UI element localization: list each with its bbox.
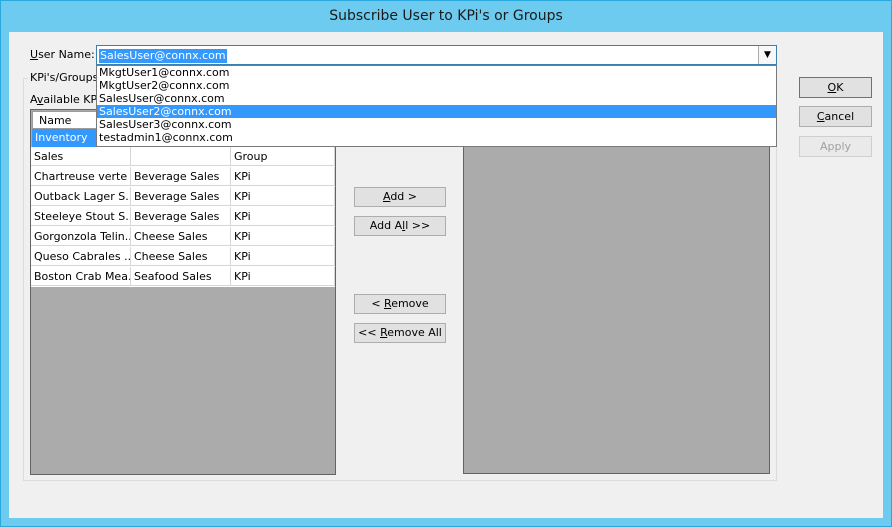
table-row[interactable]: Chartreuse verte ... Beverage Sales KPi xyxy=(31,167,335,187)
user-name-label-rest: ser Name: xyxy=(38,48,95,61)
add-button[interactable]: Add > xyxy=(354,187,446,207)
user-name-label-accel: U xyxy=(30,48,39,61)
kpi-name-cell: Chartreuse verte ... xyxy=(31,167,131,186)
user-name-dropdown-list[interactable]: MkgtUser1@connx.com MkgtUser2@connx.com Sa… xyxy=(96,65,777,147)
ok-rest: K xyxy=(836,80,844,94)
selected-kpis-grid[interactable] xyxy=(463,140,770,474)
add-all-rest: l >> xyxy=(405,219,431,232)
table-row[interactable]: Boston Crab Mea... Seafood Sales KPi xyxy=(31,267,335,287)
ok-accel: O xyxy=(827,80,837,94)
dropdown-option[interactable]: SalesUser2@connx.com xyxy=(97,105,776,118)
cancel-button[interactable]: Cancel xyxy=(799,106,872,127)
type-cell: KPi xyxy=(231,267,335,286)
dialog-window: Subscribe User to KPi's or Groups User N… xyxy=(0,0,892,527)
category-cell: Beverage Sales xyxy=(131,187,231,206)
table-row[interactable]: Queso Cabrales ... Cheese Sales KPi xyxy=(31,247,335,267)
chevron-down-icon[interactable]: ▼ xyxy=(758,46,776,64)
ok-button[interactable]: OK xyxy=(799,77,872,98)
dropdown-option[interactable]: testadmin1@connx.com xyxy=(97,131,776,144)
type-cell: KPi xyxy=(231,187,335,206)
remove-all-button[interactable]: << Remove All xyxy=(354,323,446,343)
dropdown-option[interactable]: MkgtUser2@connx.com xyxy=(97,79,776,92)
table-row[interactable]: Outback Lager S... Beverage Sales KPi xyxy=(31,187,335,207)
user-name-label: User Name: xyxy=(30,48,95,61)
dropdown-option[interactable]: SalesUser@connx.com xyxy=(97,92,776,105)
add-button-rest: dd > xyxy=(390,190,418,203)
type-cell: KPi xyxy=(231,247,335,266)
type-cell: KPi xyxy=(231,227,335,246)
remove-rest: emove xyxy=(391,297,429,310)
user-name-value[interactable]: SalesUser@connx.com xyxy=(99,49,227,63)
cancel-rest: ancel xyxy=(824,109,855,123)
kpi-name-cell: Steeleye Stout S... xyxy=(31,207,131,226)
dialog-client-area: User Name: SalesUser@connx.com ▼ KPi's/G… xyxy=(9,32,883,518)
remove-all-rest: emove All xyxy=(387,326,442,339)
group-header-category xyxy=(131,147,231,166)
group-header-name: Sales xyxy=(31,147,131,166)
dropdown-option[interactable]: MkgtUser1@connx.com xyxy=(97,66,776,79)
kpi-name-cell: Queso Cabrales ... xyxy=(31,247,131,266)
add-all-pre: Add A xyxy=(369,219,403,232)
available-label-pre: A xyxy=(30,93,37,106)
category-cell: Beverage Sales xyxy=(131,207,231,226)
category-cell: Beverage Sales xyxy=(131,167,231,186)
cancel-accel: C xyxy=(816,109,825,123)
kpi-groups-label: KPi's/Groups xyxy=(28,71,101,84)
group-header-row[interactable]: Sales Group xyxy=(31,147,335,167)
remove-pre: < xyxy=(371,297,385,310)
remove-all-pre: << xyxy=(358,326,381,339)
category-cell: Cheese Sales xyxy=(131,247,231,266)
table-row[interactable]: Gorgonzola Telin... Cheese Sales KPi xyxy=(31,227,335,247)
window-title: Subscribe User to KPi's or Groups xyxy=(329,8,563,24)
category-cell: Cheese Sales xyxy=(131,227,231,246)
kpi-name-cell: Gorgonzola Telin... xyxy=(31,227,131,246)
group-header-type: Group xyxy=(231,147,335,166)
user-name-combobox[interactable]: SalesUser@connx.com ▼ xyxy=(96,45,777,65)
remove-button[interactable]: < Remove xyxy=(354,294,446,314)
dropdown-option[interactable]: SalesUser3@connx.com xyxy=(97,118,776,131)
apply-button[interactable]: Apply xyxy=(799,136,872,157)
category-cell: Seafood Sales xyxy=(131,267,231,286)
table-row[interactable]: Steeleye Stout S... Beverage Sales KPi xyxy=(31,207,335,227)
type-cell: KPi xyxy=(231,167,335,186)
available-kpis-grid[interactable]: Name Inventory Sales Group Chartreuse ve… xyxy=(30,109,336,475)
kpi-name-cell: Boston Crab Mea... xyxy=(31,267,131,286)
kpi-name-cell: Outback Lager S... xyxy=(31,187,131,206)
type-cell: KPi xyxy=(231,207,335,226)
add-all-button[interactable]: Add All >> xyxy=(354,216,446,236)
